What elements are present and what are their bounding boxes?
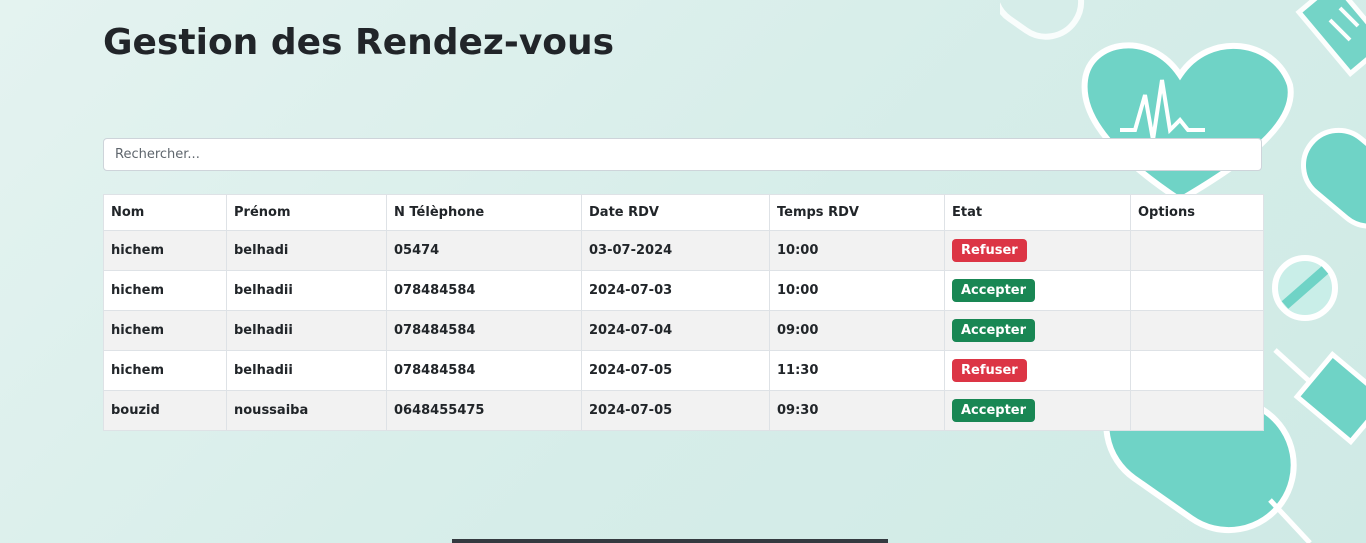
column-header-temps: Temps RDV bbox=[769, 194, 945, 231]
cell-prenom: belhadi bbox=[226, 230, 387, 271]
cell-prenom: noussaiba bbox=[226, 390, 387, 431]
table-row: hichem belhadii 078484584 2024-07-04 09:… bbox=[103, 310, 1264, 351]
cell-nom: hichem bbox=[103, 270, 227, 311]
cell-date: 2024-07-03 bbox=[581, 270, 770, 311]
column-header-nom: Nom bbox=[103, 194, 227, 231]
cell-telephone: 05474 bbox=[386, 230, 582, 271]
syringe-icon bbox=[1295, 0, 1366, 78]
cell-etat: Refuser bbox=[944, 350, 1131, 391]
status-badge-refuser: Refuser bbox=[952, 359, 1027, 382]
cell-temps: 09:00 bbox=[769, 310, 945, 351]
cell-prenom: belhadii bbox=[226, 350, 387, 391]
cell-options bbox=[1130, 270, 1264, 311]
column-header-date: Date RDV bbox=[581, 194, 770, 231]
column-header-telephone: N Télèphone bbox=[386, 194, 582, 231]
cell-options bbox=[1130, 350, 1264, 391]
search-input[interactable] bbox=[103, 138, 1262, 171]
cell-prenom: belhadii bbox=[226, 310, 387, 351]
cell-etat: Accepter bbox=[944, 310, 1131, 351]
column-header-prenom: Prénom bbox=[226, 194, 387, 231]
cell-etat: Accepter bbox=[944, 390, 1131, 431]
cell-temps: 11:30 bbox=[769, 350, 945, 391]
heart-pulse-icon bbox=[1081, 42, 1294, 204]
bottom-bar bbox=[452, 539, 888, 543]
syringe-icon bbox=[1273, 348, 1366, 446]
cell-options bbox=[1130, 310, 1264, 351]
status-badge-accepter: Accepter bbox=[952, 399, 1036, 422]
cell-etat: Refuser bbox=[944, 230, 1131, 271]
page-title: Gestion des Rendez-vous bbox=[103, 22, 615, 63]
cell-date: 2024-07-05 bbox=[581, 390, 770, 431]
cell-nom: bouzid bbox=[103, 390, 227, 431]
status-badge-refuser: Refuser bbox=[952, 239, 1027, 262]
table-row: hichem belhadi 05474 03-07-2024 10:00 Re… bbox=[103, 230, 1264, 271]
table-row: hichem belhadii 078484584 2024-07-03 10:… bbox=[103, 270, 1264, 311]
table-row: bouzid noussaiba 0648455475 2024-07-05 0… bbox=[103, 390, 1264, 431]
cell-telephone: 0648455475 bbox=[386, 390, 582, 431]
cell-nom: hichem bbox=[103, 350, 227, 391]
pill-icon bbox=[1301, 127, 1366, 229]
cell-temps: 09:30 bbox=[769, 390, 945, 431]
cell-temps: 10:00 bbox=[769, 270, 945, 311]
cell-date: 2024-07-04 bbox=[581, 310, 770, 351]
cell-temps: 10:00 bbox=[769, 230, 945, 271]
cell-date: 03-07-2024 bbox=[581, 230, 770, 271]
status-badge-accepter: Accepter bbox=[952, 279, 1036, 302]
cell-nom: hichem bbox=[103, 230, 227, 271]
appointments-table: Nom Prénom N Télèphone Date RDV Temps RD… bbox=[103, 194, 1264, 431]
cell-telephone: 078484584 bbox=[386, 310, 582, 351]
pill-icon bbox=[1272, 255, 1338, 321]
status-badge-accepter: Accepter bbox=[952, 319, 1036, 342]
table-row: hichem belhadii 078484584 2024-07-05 11:… bbox=[103, 350, 1264, 391]
column-header-etat: Etat bbox=[944, 194, 1131, 231]
cell-options bbox=[1130, 390, 1264, 431]
pill-icon bbox=[1000, 0, 1085, 40]
cell-etat: Accepter bbox=[944, 270, 1131, 311]
cell-telephone: 078484584 bbox=[386, 350, 582, 391]
cell-prenom: belhadii bbox=[226, 270, 387, 311]
cell-options bbox=[1130, 230, 1264, 271]
table-header-row: Nom Prénom N Télèphone Date RDV Temps RD… bbox=[103, 194, 1264, 231]
cell-telephone: 078484584 bbox=[386, 270, 582, 311]
cell-date: 2024-07-05 bbox=[581, 350, 770, 391]
cell-nom: hichem bbox=[103, 310, 227, 351]
column-header-options: Options bbox=[1130, 194, 1264, 231]
